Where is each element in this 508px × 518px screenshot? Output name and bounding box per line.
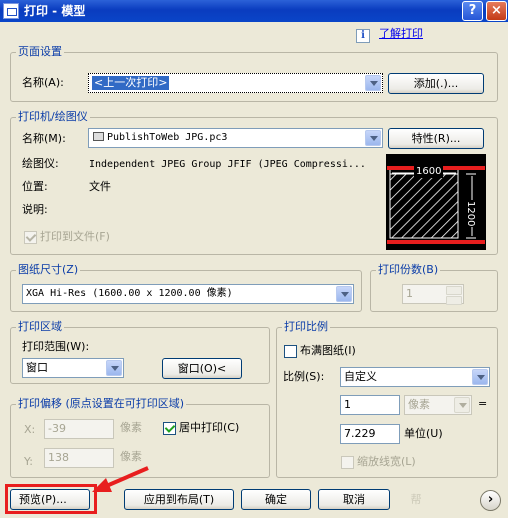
red-arrow-annotation [92,466,149,492]
